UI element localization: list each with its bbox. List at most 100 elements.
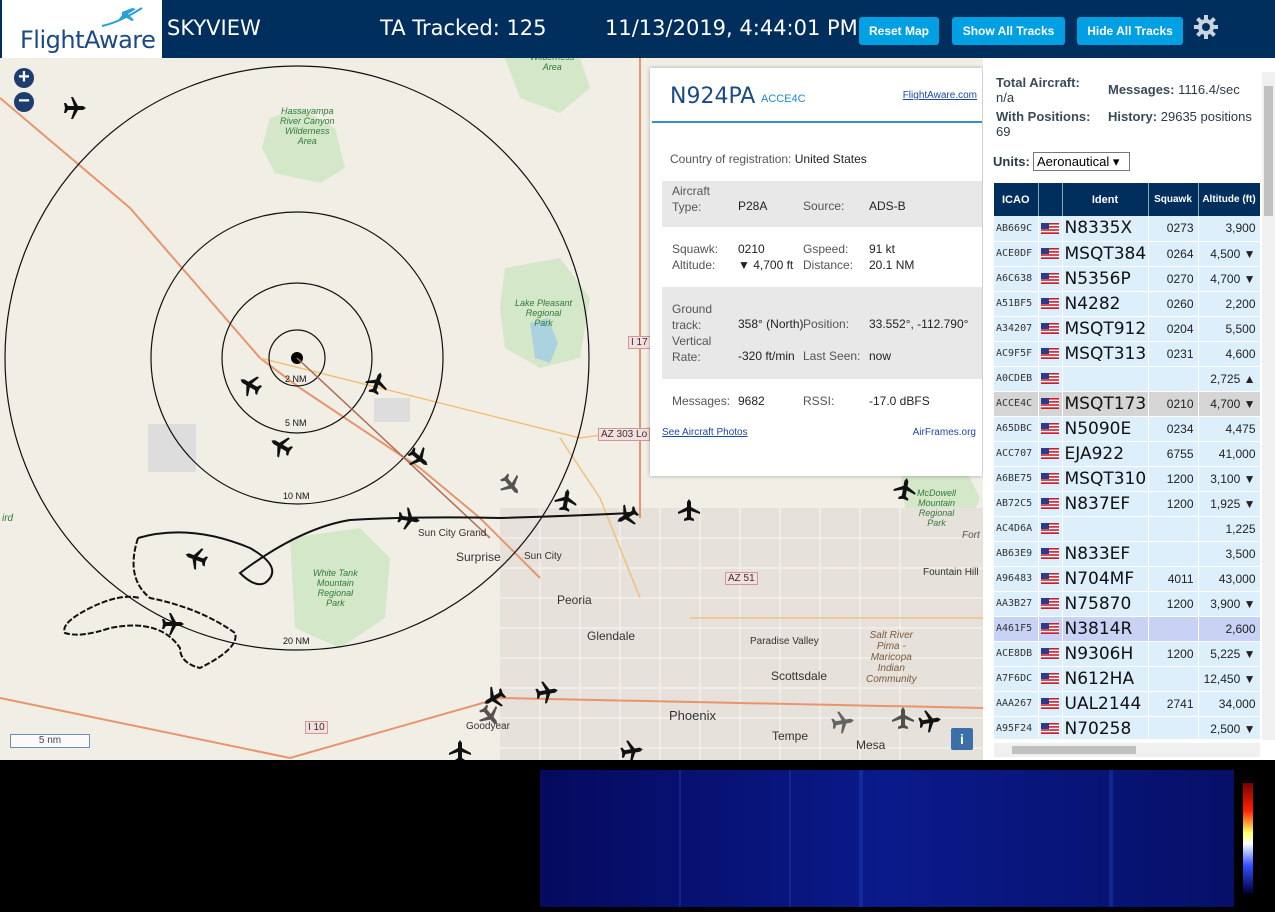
table-row[interactable]: ACCE4C MSQT173 0210 4,700 ▼ (994, 391, 1260, 417)
table-row[interactable]: AC9F5F MSQT313 0231 4,600 (994, 341, 1260, 367)
table-row[interactable]: A95F24 N70258 2,500 ▼ (994, 716, 1260, 739)
us-flag-icon (1041, 697, 1059, 709)
popup-icao: ACCE4C (761, 93, 806, 105)
road-shield: AZ 303 Lo (598, 428, 651, 441)
column-header-squawk[interactable]: Squawk (1148, 183, 1199, 216)
hide-all-tracks-button[interactable]: Hide All Tracks (1077, 17, 1183, 45)
column-header-altitude[interactable]: Altitude (ft) (1198, 183, 1260, 216)
altitude-cell: 3,900 (1198, 216, 1260, 242)
table-row[interactable]: ACC707 EJA922 6755 41,000 (994, 441, 1260, 467)
us-flag-icon (1041, 572, 1059, 584)
squawk-cell: 0231 (1148, 341, 1199, 367)
table-row[interactable]: AB72C5 N837EF 1200 1,925 ▼ (994, 491, 1260, 517)
map-label: Fountain Hill (923, 567, 979, 578)
column-header-flag[interactable] (1038, 183, 1063, 216)
flightaware-link[interactable]: FlightAware.com (903, 90, 977, 101)
squawk-cell: 6755 (1148, 441, 1199, 467)
altitude-cell: 2,725 ▲ (1198, 366, 1260, 392)
table-row[interactable]: A6BE75 MSQT310 1200 3,100 ▼ (994, 466, 1260, 492)
altitude-cell: 4,475 (1198, 416, 1260, 442)
column-header-ident[interactable]: Ident (1062, 183, 1149, 216)
squawk-cell: 4011 (1148, 566, 1199, 592)
logo-text: FlightAware (20, 26, 156, 54)
table-row[interactable]: A65DBC N5090E 0234 4,475 (994, 416, 1260, 442)
aircraft-photos-link[interactable]: See Aircraft Photos (662, 427, 748, 438)
range-label-5nm: 5 NM (285, 418, 307, 428)
icao-cell: ACCE4C (994, 391, 1039, 417)
zoom-out-button[interactable]: − (14, 91, 34, 112)
table-row[interactable]: AB63E9 N833EF 3,500 (994, 541, 1260, 567)
squawk-cell (1148, 366, 1199, 392)
airframes-link[interactable]: AirFrames.org (913, 427, 976, 438)
altitude-cell: 4,600 (1198, 341, 1260, 367)
icao-cell: AB63E9 (994, 541, 1039, 567)
gear-icon[interactable] (1193, 14, 1219, 40)
table-row[interactable]: A461F5 N3814R 2,600 (994, 616, 1260, 642)
flag-cell (1038, 341, 1063, 367)
table-row[interactable]: A34207 MSQT912 0204 5,500 (994, 316, 1260, 342)
map-label: Paradise Valley (750, 636, 819, 647)
us-flag-icon (1041, 497, 1059, 509)
flag-cell (1038, 691, 1063, 717)
signal-panel-left (0, 765, 497, 907)
icao-cell: AC4D6A (994, 516, 1039, 542)
table-row[interactable]: A51BF5 N4282 0260 2,200 (994, 291, 1260, 317)
table-row[interactable]: A6C638 N5356P 0270 4,700 ▼ (994, 266, 1260, 292)
zoom-in-button[interactable]: + (14, 67, 34, 88)
us-flag-icon (1041, 222, 1059, 234)
flag-cell (1038, 541, 1063, 567)
vertical-scrollbar[interactable] (1262, 72, 1275, 740)
squawk-value: 0210 (738, 242, 765, 256)
altitude-cell: 5,500 (1198, 316, 1260, 342)
altitude-cell: 1,925 ▼ (1198, 491, 1260, 517)
icao-cell: AAA267 (994, 691, 1039, 717)
vertical-scroll-thumb[interactable] (1264, 86, 1273, 216)
table-row[interactable]: A7F6DC N612HA 12,450 ▼ (994, 666, 1260, 692)
table-row[interactable]: ACE8DB N9306H 1200 5,225 ▼ (994, 641, 1260, 667)
table-row[interactable]: AAA267 UAL2144 2741 34,000 (994, 691, 1260, 717)
table-row[interactable]: A96483 N704MF 4011 43,000 (994, 566, 1260, 592)
ident-cell: N75870 (1062, 591, 1149, 617)
country-label: Country of registration: (670, 152, 792, 166)
total-aircraft-value: n/a (996, 90, 1015, 105)
altitude-cell: 2,600 (1198, 616, 1260, 642)
us-flag-icon (1041, 347, 1059, 359)
map-label: Wilderness Area (530, 58, 574, 72)
horizontal-scroll-thumb[interactable] (1012, 746, 1136, 754)
table-row[interactable]: ACE0DF MSQT384 0264 4,500 ▼ (994, 241, 1260, 267)
altitude-cell: 3,500 (1198, 541, 1260, 567)
altitude-cell: 41,000 (1198, 441, 1260, 467)
table-row[interactable]: A0CDEB 2,725 ▲ (994, 366, 1260, 392)
aircraft-detail-popup: N924PA ACCE4C FlightAware.com Country of… (650, 68, 982, 476)
flightaware-logo[interactable]: FlightAware (2, 0, 162, 58)
map-info-button[interactable]: i (951, 728, 973, 750)
squawk-cell: 0264 (1148, 241, 1199, 267)
units-select[interactable]: Aeronautical ▾ (1033, 152, 1130, 171)
ident-cell: N5356P (1062, 266, 1149, 292)
history-label: History: (1108, 109, 1158, 124)
ident-cell: UAL2144 (1062, 691, 1149, 717)
flag-cell (1038, 716, 1063, 739)
ident-cell (1062, 366, 1149, 392)
flag-cell (1038, 641, 1063, 667)
range-label-10nm: 10 NM (283, 491, 310, 501)
position-value: 33.552°, -112.790° (869, 317, 969, 331)
range-label-2nm: 2 NM (285, 374, 307, 384)
ident-cell: N704MF (1062, 566, 1149, 592)
table-row[interactable]: AB669C N8335X 0273 3,900 (994, 216, 1260, 242)
squawk-cell: 0204 (1148, 316, 1199, 342)
show-all-tracks-button[interactable]: Show All Tracks (952, 17, 1065, 45)
table-row[interactable]: AA3B27 N75870 1200 3,900 ▼ (994, 591, 1260, 617)
icao-cell: A461F5 (994, 616, 1039, 642)
us-flag-icon (1041, 447, 1059, 459)
popup-block-type: Aircraft Type: P28A Source: ADS-B (662, 181, 982, 227)
reset-map-button[interactable]: Reset Map (859, 17, 939, 45)
vertical-rate-value: -320 ft/min (738, 349, 795, 363)
aircraft-table-wrapper[interactable]: ICAO Ident Squawk Altitude (ft) AB669C N8… (994, 183, 1260, 739)
column-header-icao[interactable]: ICAO (994, 183, 1039, 216)
total-aircraft-stat: Total Aircraft: n/a (996, 75, 1080, 105)
table-row[interactable]: AC4D6A 1,225 (994, 516, 1260, 542)
aircraft-type-value: P28A (738, 199, 768, 213)
horizontal-scrollbar[interactable] (994, 743, 1260, 757)
squawk-cell (1148, 616, 1199, 642)
